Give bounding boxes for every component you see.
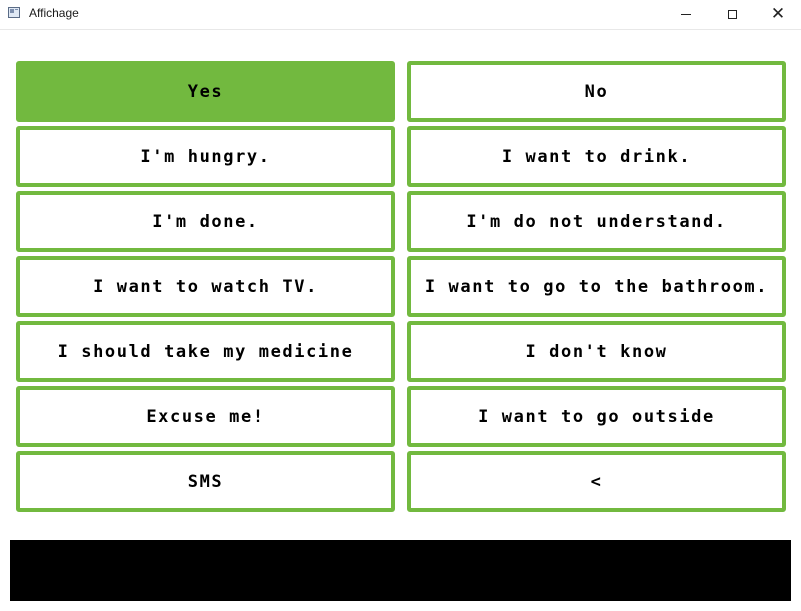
message-output-bar — [10, 540, 791, 601]
phrase-button-go-outside[interactable]: I want to go outside — [407, 386, 786, 447]
title-bar: Affichage ✕ — [0, 0, 801, 30]
minimize-icon — [681, 14, 691, 15]
phrase-button-yes[interactable]: Yes — [16, 61, 395, 122]
phrase-button-drink[interactable]: I want to drink. — [407, 126, 786, 187]
maximize-button[interactable] — [709, 0, 755, 29]
phrase-button-watch-tv[interactable]: I want to watch TV. — [16, 256, 395, 317]
phrase-button-medicine[interactable]: I should take my medicine — [16, 321, 395, 382]
phrase-button-dont-know[interactable]: I don't know — [407, 321, 786, 382]
phrase-button-done[interactable]: I'm done. — [16, 191, 395, 252]
app-window-icon — [8, 7, 20, 18]
phrase-button-bathroom[interactable]: I want to go to the bathroom. — [407, 256, 786, 317]
maximize-icon — [727, 10, 737, 19]
close-button[interactable]: ✕ — [755, 0, 801, 29]
sms-button[interactable]: SMS — [16, 451, 395, 512]
phrase-button-excuse-me[interactable]: Excuse me! — [16, 386, 395, 447]
close-icon: ✕ — [770, 4, 786, 24]
phrase-button-hungry[interactable]: I'm hungry. — [16, 126, 395, 187]
back-button[interactable]: < — [407, 451, 786, 512]
phrase-button-no[interactable]: No — [407, 61, 786, 122]
window-title: Affichage — [29, 6, 79, 20]
phrase-grid: Yes No I'm hungry. I want to drink. I'm … — [16, 61, 786, 512]
phrase-button-not-understand[interactable]: I'm do not understand. — [407, 191, 786, 252]
minimize-button[interactable] — [663, 0, 709, 29]
